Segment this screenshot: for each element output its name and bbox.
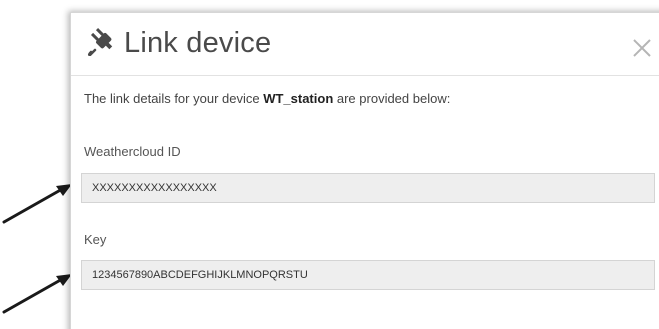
weathercloud-id-label: Weathercloud ID <box>84 144 181 159</box>
intro-prefix: The link details for your device <box>84 91 264 106</box>
key-label: Key <box>84 232 107 247</box>
dialog-title: Link device <box>124 27 272 59</box>
screenshot-stage: Link device The link details for your de… <box>0 0 659 329</box>
plug-icon <box>87 27 113 56</box>
intro-text: The link details for your device WT_stat… <box>84 91 450 106</box>
close-icon[interactable] <box>631 37 653 59</box>
annotation-arrow-id <box>2 184 72 224</box>
link-device-dialog: Link device The link details for your de… <box>70 12 659 329</box>
weathercloud-id-field[interactable] <box>81 173 655 203</box>
intro-suffix: are provided below: <box>333 91 451 106</box>
device-name: WT_station <box>263 91 334 106</box>
dialog-header: Link device <box>71 13 659 76</box>
key-field[interactable] <box>81 260 655 290</box>
annotation-arrow-key <box>2 274 72 314</box>
